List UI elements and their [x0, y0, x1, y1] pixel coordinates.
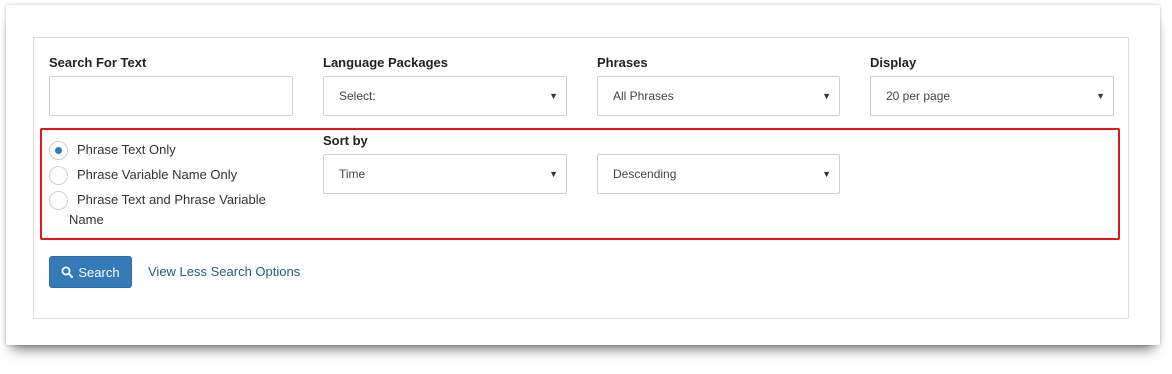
highlight-box	[40, 128, 1120, 240]
radio-label: Phrase Text and Phrase Variable	[77, 192, 266, 207]
display-label: Display	[870, 55, 917, 70]
phrases-select[interactable]: All Phrases ▼	[597, 76, 840, 116]
radio-label: Phrase Variable Name Only	[77, 167, 238, 182]
caret-down-icon: ▼	[822, 91, 831, 101]
display-value: 20 per page	[886, 89, 951, 103]
caret-down-icon: ▼	[549, 91, 558, 101]
search-text-input[interactable]	[49, 76, 293, 116]
sort-direction-select[interactable]: Descending ▼	[597, 154, 840, 194]
search-button[interactable]: Search	[49, 256, 132, 288]
radio-label: Phrase Text Only	[77, 142, 176, 157]
display-select[interactable]: 20 per page ▼	[870, 76, 1114, 116]
sort-direction-value: Descending	[613, 167, 677, 181]
sort-by-label: Sort by	[323, 133, 368, 148]
language-packages-label: Language Packages	[323, 55, 448, 70]
search-text-label: Search For Text	[49, 55, 147, 70]
sort-field-select[interactable]: Time ▼	[323, 154, 567, 194]
search-icon	[61, 266, 74, 278]
phrases-value: All Phrases	[613, 89, 674, 103]
radio-button[interactable]	[49, 166, 68, 185]
phrases-label: Phrases	[597, 55, 648, 70]
caret-down-icon: ▼	[1096, 91, 1105, 101]
language-packages-value: Select:	[339, 89, 376, 103]
radio-label-continued: Name	[69, 212, 104, 227]
radio-button-checked[interactable]	[49, 141, 68, 160]
search-button-label: Search	[78, 264, 120, 280]
caret-down-icon: ▼	[549, 169, 558, 179]
radio-button[interactable]	[49, 191, 68, 210]
view-less-options-link[interactable]: View Less Search Options	[148, 264, 300, 279]
caret-down-icon: ▼	[822, 169, 831, 179]
sort-field-value: Time	[339, 167, 366, 181]
language-packages-select[interactable]: Select: ▼	[323, 76, 567, 116]
